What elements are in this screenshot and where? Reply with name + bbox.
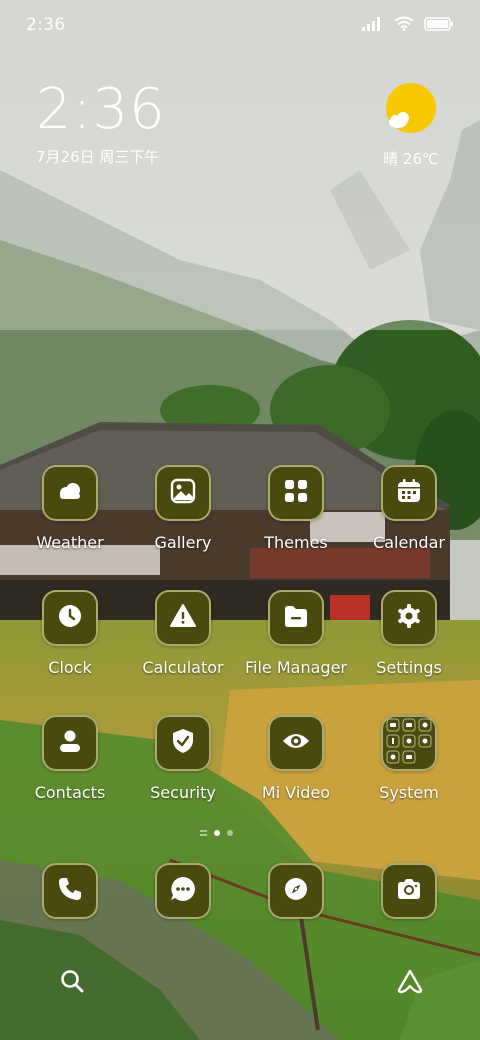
app-system-folder[interactable]: System [354, 715, 464, 802]
clock-icon [57, 603, 83, 633]
folder-grid-icon [386, 718, 432, 768]
sun-cloud-icon [383, 83, 439, 142]
eye-icon [282, 731, 310, 755]
calendar-icon [396, 478, 422, 508]
page-dot-feed [200, 830, 207, 836]
app-icon [155, 863, 211, 919]
grid-icon [283, 478, 309, 508]
dock-phone[interactable] [15, 863, 125, 919]
message-icon [169, 875, 197, 907]
app-icon [268, 465, 324, 521]
image-icon [170, 478, 196, 508]
page-indicator[interactable] [200, 830, 233, 836]
camera-icon [396, 877, 422, 905]
app-calendar[interactable]: Calendar [354, 465, 464, 552]
app-label: Clock [48, 658, 92, 677]
app-vault-icon [396, 969, 424, 998]
app-icon [42, 465, 98, 521]
folder-icon [283, 603, 309, 633]
cloud-icon [56, 481, 84, 505]
app-themes[interactable]: Themes [241, 465, 351, 552]
app-contacts[interactable]: Contacts [15, 715, 125, 802]
page-dot-active [214, 830, 220, 836]
dock-messages[interactable] [128, 863, 238, 919]
warning-icon [169, 603, 197, 633]
app-file-manager[interactable]: File Manager [241, 590, 351, 677]
app-gallery[interactable]: Gallery [128, 465, 238, 552]
app-icon [155, 465, 211, 521]
app-calculator[interactable]: Calculator [128, 590, 238, 677]
app-label: Calculator [142, 658, 224, 677]
app-label: File Manager [245, 658, 347, 677]
status-time: 2:36 [26, 15, 66, 35]
app-label: Calendar [373, 533, 445, 552]
app-icon [42, 715, 98, 771]
wifi-icon [394, 16, 414, 35]
app-icon [155, 715, 211, 771]
app-label: Weather [36, 533, 104, 552]
app-label: Gallery [154, 533, 212, 552]
app-weather[interactable]: Weather [15, 465, 125, 552]
battery-icon [424, 16, 454, 35]
weather-widget[interactable]: 晴 26℃ [376, 82, 446, 169]
app-label: Contacts [34, 783, 106, 802]
status-bar: 2:36 [0, 0, 480, 50]
dock-camera[interactable] [354, 863, 464, 919]
app-label: System [379, 783, 439, 802]
app-label: Mi Video [261, 783, 331, 802]
weather-text: 晴 26℃ [383, 150, 439, 168]
widget-time: 2:36 [36, 77, 166, 142]
gear-icon [396, 603, 422, 633]
compass-icon [283, 876, 309, 906]
shield-check-icon [170, 728, 196, 758]
app-vault-button[interactable] [396, 968, 424, 998]
app-label: Settings [376, 658, 442, 677]
app-icon [381, 863, 437, 919]
app-label: Themes [264, 533, 328, 552]
person-icon [57, 728, 83, 758]
widget-date: 7月26日 周三下午 [36, 148, 160, 166]
app-label: Security [150, 783, 216, 802]
app-settings[interactable]: Settings [354, 590, 464, 677]
app-security[interactable]: Security [128, 715, 238, 802]
phone-icon [57, 876, 83, 906]
app-icon [268, 590, 324, 646]
app-icon [42, 863, 98, 919]
app-icon [381, 590, 437, 646]
app-icon [155, 590, 211, 646]
page-dot [227, 830, 233, 836]
search-icon [59, 970, 85, 998]
app-icon [42, 590, 98, 646]
dock-browser[interactable] [241, 863, 351, 919]
app-mi-video[interactable]: Mi Video [241, 715, 351, 802]
clock-widget[interactable]: 2:36 7月26日 周三下午 [36, 78, 166, 167]
app-icon [268, 863, 324, 919]
status-icons [362, 16, 454, 35]
app-icon [381, 465, 437, 521]
app-icon [381, 715, 437, 771]
app-icon [268, 715, 324, 771]
cellular-signal-icon [362, 16, 384, 35]
app-clock[interactable]: Clock [15, 590, 125, 677]
search-button[interactable] [59, 968, 85, 998]
